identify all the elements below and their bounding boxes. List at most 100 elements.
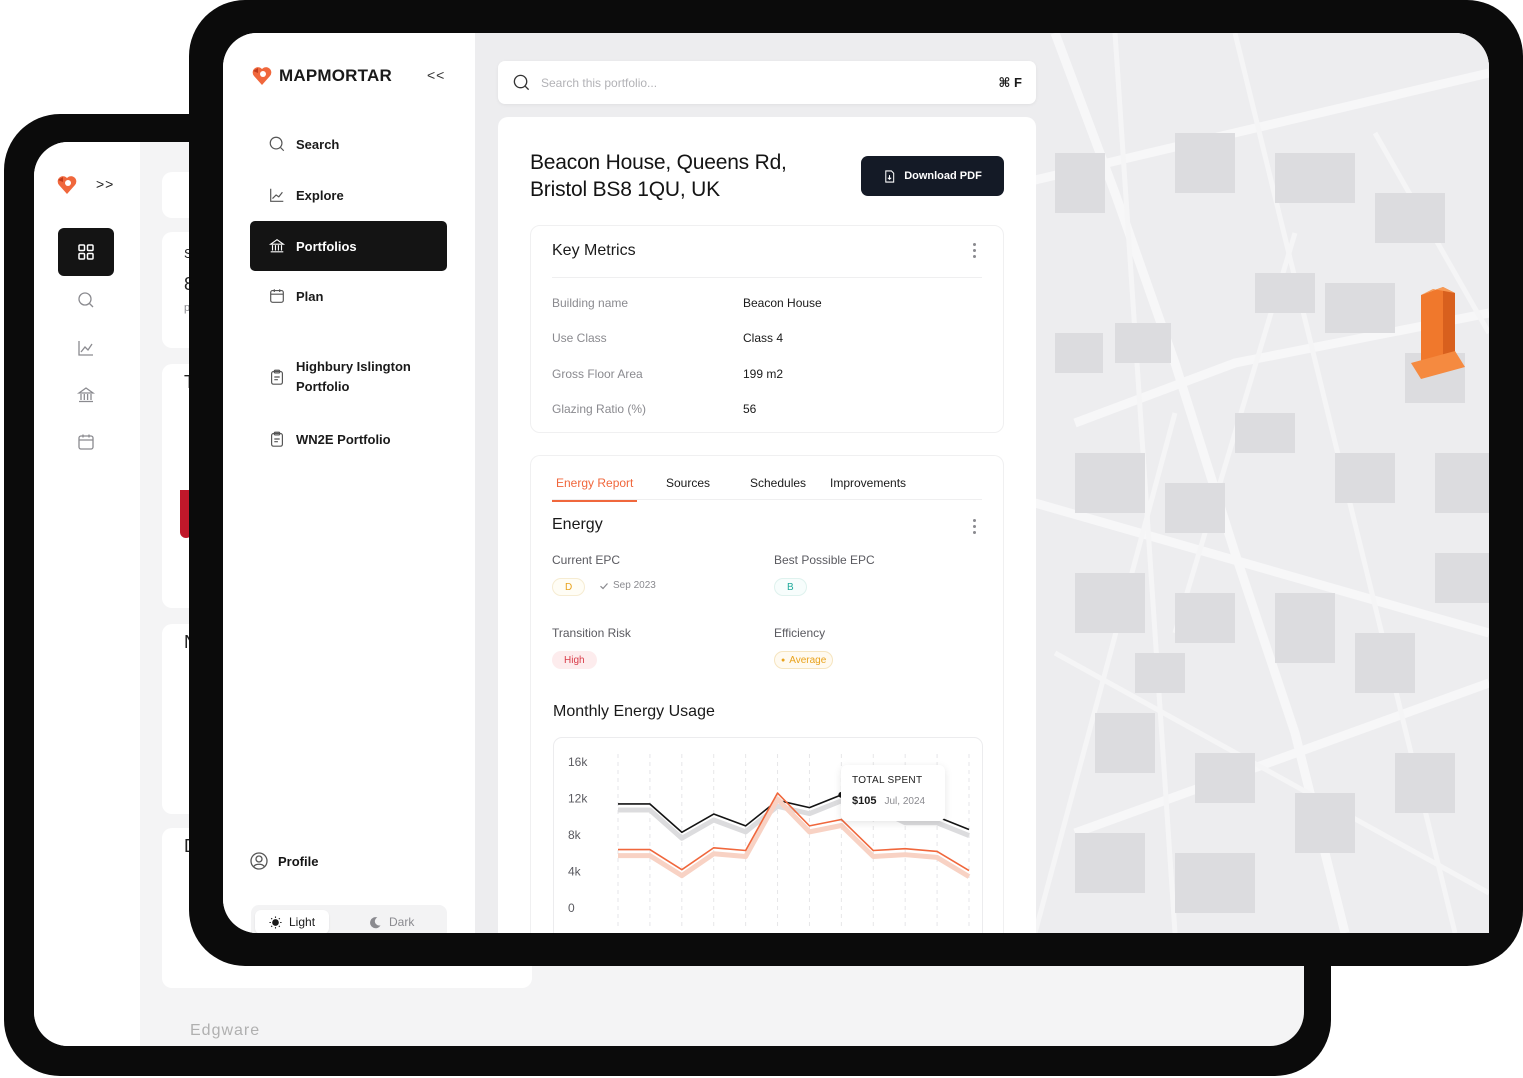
back-sidebar: >> (34, 142, 140, 1046)
sidebar: MAPMORTAR << Search Explore Portfolios P… (223, 33, 475, 933)
theme-toggle: Light Dark (251, 905, 447, 933)
search-icon[interactable] (76, 290, 96, 310)
key-metrics-title: Key Metrics (552, 242, 636, 259)
tab-sources[interactable]: Sources (662, 476, 714, 500)
tab-schedules[interactable]: Schedules (746, 476, 810, 500)
property-detail-panel: Beacon House, Queens Rd, Bristol BS8 1QU… (498, 117, 1036, 933)
dot-icon: ● (781, 656, 786, 664)
sidebar-item-portfolio-highbury[interactable]: Highbury Islington Portfolio (250, 349, 447, 405)
back-nav-dashboard[interactable] (58, 228, 114, 276)
key-metrics-card: Key Metrics Building name Beacon House U… (530, 225, 1004, 433)
expand-sidebar-button[interactable]: >> (96, 176, 114, 192)
chart-line-icon[interactable] (76, 338, 96, 358)
metric-value: Class 4 (743, 331, 784, 345)
profile-label: Profile (278, 853, 319, 869)
clipboard-icon (268, 368, 286, 386)
current-epc-badge: D (552, 578, 586, 596)
chart-title: Monthly Energy Usage (553, 703, 715, 720)
grid-icon (78, 244, 94, 260)
more-options-icon[interactable] (973, 243, 977, 258)
metric-row: Use Class Class 4 (552, 331, 982, 345)
brand-name: MAPMORTAR (279, 66, 392, 86)
epc-date-text: Sep 2023 (613, 580, 656, 591)
chart-y-tick-label: 0 (568, 901, 575, 915)
transition-risk-badge: High (552, 651, 597, 669)
front-tablet-frame: MAPMORTAR << Search Explore Portfolios P… (189, 0, 1523, 966)
more-options-icon[interactable] (973, 519, 977, 534)
sidebar-item-label: Highbury Islington Portfolio (296, 358, 411, 394)
check-icon (600, 582, 608, 589)
tooltip-date: Jul, 2024 (884, 796, 926, 807)
download-pdf-label: Download PDF (904, 170, 982, 182)
search-icon (268, 135, 286, 153)
search-shortcut-hint: ⌘ F (998, 74, 1022, 90)
brand-logo-icon (252, 67, 272, 85)
metric-value: 199 m2 (743, 367, 784, 381)
chart-y-tick-label: 8k (568, 828, 582, 842)
sidebar-item-label: Explore (296, 187, 344, 203)
metric-value: 56 (743, 402, 757, 416)
theme-dark-label: Dark (389, 915, 415, 929)
back-map-label: Edgware (190, 1022, 261, 1039)
sidebar-item-explore[interactable]: Explore (250, 170, 447, 220)
best-epc-label: Best Possible EPC (774, 553, 875, 567)
bank-icon (268, 237, 286, 255)
tooltip-title: TOTAL SPENT (852, 775, 923, 786)
theme-dark-button[interactable]: Dark (355, 910, 428, 933)
user-icon (250, 852, 268, 870)
metric-row: Glazing Ratio (%) 56 (552, 402, 982, 416)
metric-label: Gross Floor Area (552, 367, 643, 381)
epc-date: Sep 2023 (599, 580, 656, 591)
chart-y-tick-label: 4k (568, 865, 582, 879)
metric-value: Beacon House (743, 296, 822, 310)
tab-energy-report[interactable]: Energy Report (552, 476, 638, 502)
tab-improvements[interactable]: Improvements (826, 476, 910, 500)
sidebar-item-search[interactable]: Search (250, 119, 447, 169)
portfolio-search-bar: ⌘ F (498, 61, 1036, 104)
brand-logo-icon (56, 174, 78, 201)
bank-icon[interactable] (76, 385, 96, 405)
search-input[interactable] (541, 75, 989, 90)
efficiency-label: Efficiency (774, 626, 826, 640)
energy-title: Energy (552, 516, 603, 533)
brand-name-left: MAP (279, 66, 318, 85)
sidebar-item-plan[interactable]: Plan (250, 271, 447, 321)
metric-label: Glazing Ratio (%) (552, 402, 647, 416)
sidebar-item-portfolio-wn2e[interactable]: WN2E Portfolio (250, 414, 447, 464)
metric-label: Building name (552, 296, 629, 310)
sidebar-item-portfolios[interactable]: Portfolios (250, 221, 447, 271)
collapse-sidebar-button[interactable]: << (427, 67, 445, 83)
sidebar-item-label: Portfolios (296, 238, 357, 254)
chart-line-icon (268, 186, 286, 204)
sun-icon (269, 915, 282, 929)
download-pdf-button[interactable]: Download PDF (861, 156, 1004, 196)
theme-light-button[interactable]: Light (255, 910, 330, 933)
file-download-icon (885, 169, 895, 183)
chart-tooltip: TOTAL SPENT $105 Jul, 2024 (841, 765, 945, 821)
metric-row: Gross Floor Area 199 m2 (552, 367, 982, 381)
chart-y-tick-label: 16k (568, 755, 588, 769)
metric-row: Building name Beacon House (552, 296, 982, 310)
sidebar-item-label: Plan (296, 288, 324, 304)
tooltip-value: $105 (852, 795, 877, 807)
calendar-icon (268, 287, 286, 305)
profile-link[interactable]: Profile (249, 851, 318, 871)
efficiency-badge: ● Average (774, 651, 834, 669)
moon-icon (370, 916, 381, 928)
report-tabs: Energy Report Sources Schedules Improvem… (552, 466, 982, 502)
property-address: Beacon House, Queens Rd, Bristol BS8 1QU… (530, 151, 787, 201)
efficiency-value: Average (789, 654, 827, 666)
brand-name-right: MORTAR (317, 66, 392, 85)
energy-usage-chart: 16k 12k 8k 4k 0 TOTAL SPENT $105 Jul, 2024 (553, 737, 983, 933)
best-epc-badge: B (774, 578, 807, 596)
theme-light-label: Light (289, 915, 316, 929)
search-icon (513, 74, 530, 91)
sidebar-item-label: Search (296, 136, 340, 152)
transition-risk-label: Transition Risk (552, 626, 631, 640)
calendar-icon[interactable] (76, 432, 96, 452)
brand-logo[interactable]: MAPMORTAR (251, 65, 392, 87)
metric-label: Use Class (552, 331, 607, 345)
front-tablet-screen: MAPMORTAR << Search Explore Portfolios P… (223, 33, 1489, 933)
current-epc-label: Current EPC (552, 553, 621, 567)
divider (552, 277, 982, 278)
